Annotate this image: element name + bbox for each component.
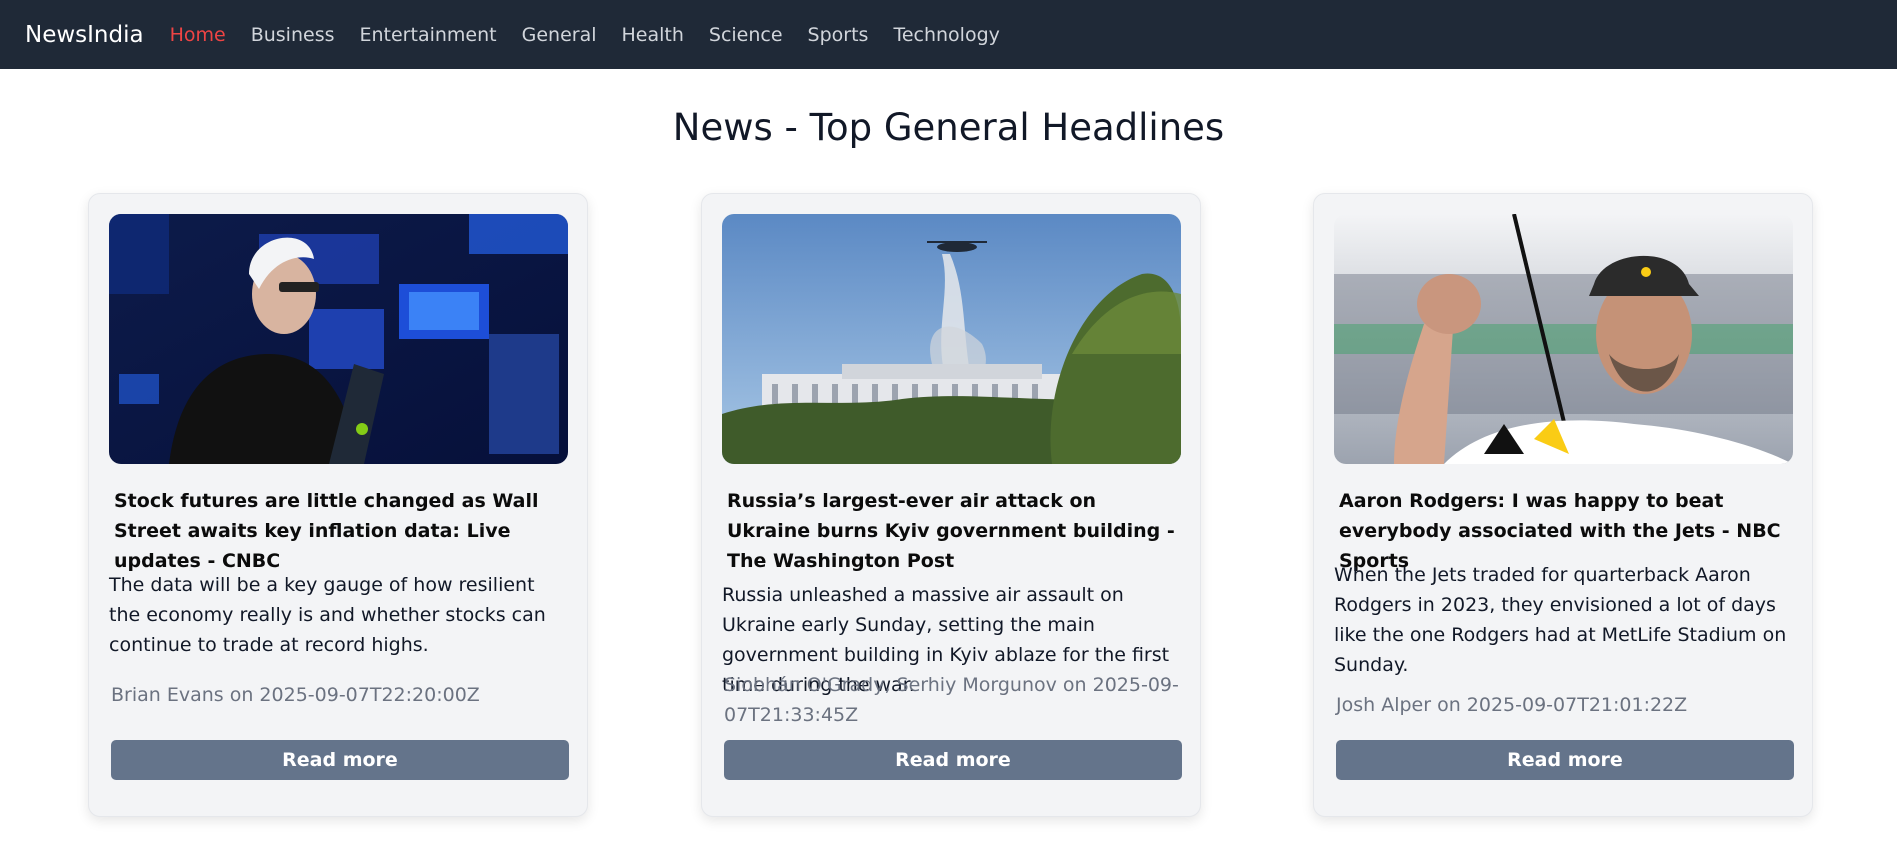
news-card-title: Russia’s largest-ever air attack on Ukra…	[727, 490, 1175, 572]
news-card-description: The data will be a key gauge of how resi…	[109, 574, 546, 656]
news-card-byline: Josh Alper on 2025-09-07T21:01:22Z	[1336, 694, 1688, 716]
brand-logo-link[interactable]: NewsIndia	[25, 22, 144, 48]
nav-link-sports[interactable]: Sports	[808, 24, 869, 46]
nav-link-entertainment[interactable]: Entertainment	[360, 24, 497, 46]
nav-links: Home Business Entertainment General Heal…	[170, 24, 1000, 46]
read-more-button[interactable]: Read more	[724, 740, 1182, 780]
news-card: Russia’s largest-ever air attack on Ukra…	[701, 193, 1201, 817]
nav-link-science[interactable]: Science	[709, 24, 783, 46]
nav-link-health[interactable]: Health	[622, 24, 684, 46]
news-card: Aaron Rodgers: I was happy to beat every…	[1313, 193, 1813, 817]
news-card-byline: Siobhán O'Grady, Serhiy Morgunov on 2025…	[724, 674, 1179, 726]
nav-link-technology[interactable]: Technology	[893, 24, 999, 46]
news-card-title: Stock futures are little changed as Wall…	[114, 490, 539, 572]
news-card: Stock futures are little changed as Wall…	[88, 193, 588, 817]
page-title: News - Top General Headlines	[672, 106, 1225, 149]
read-more-button[interactable]: Read more	[111, 740, 569, 780]
news-card-image[interactable]	[109, 214, 568, 464]
top-navbar: NewsIndia Home Business Entertainment Ge…	[0, 0, 1897, 69]
news-card-image[interactable]	[1334, 214, 1793, 464]
nav-link-business[interactable]: Business	[251, 24, 335, 46]
news-card-byline: Brian Evans on 2025-09-07T22:20:00Z	[111, 684, 480, 706]
news-card-description: When the Jets traded for quarterback Aar…	[1334, 564, 1787, 676]
nav-link-home[interactable]: Home	[170, 24, 226, 46]
read-more-button[interactable]: Read more	[1336, 740, 1794, 780]
news-card-image[interactable]	[722, 214, 1181, 464]
news-card-grid: Stock futures are little changed as Wall…	[0, 161, 1897, 861]
nav-link-general[interactable]: General	[522, 24, 597, 46]
